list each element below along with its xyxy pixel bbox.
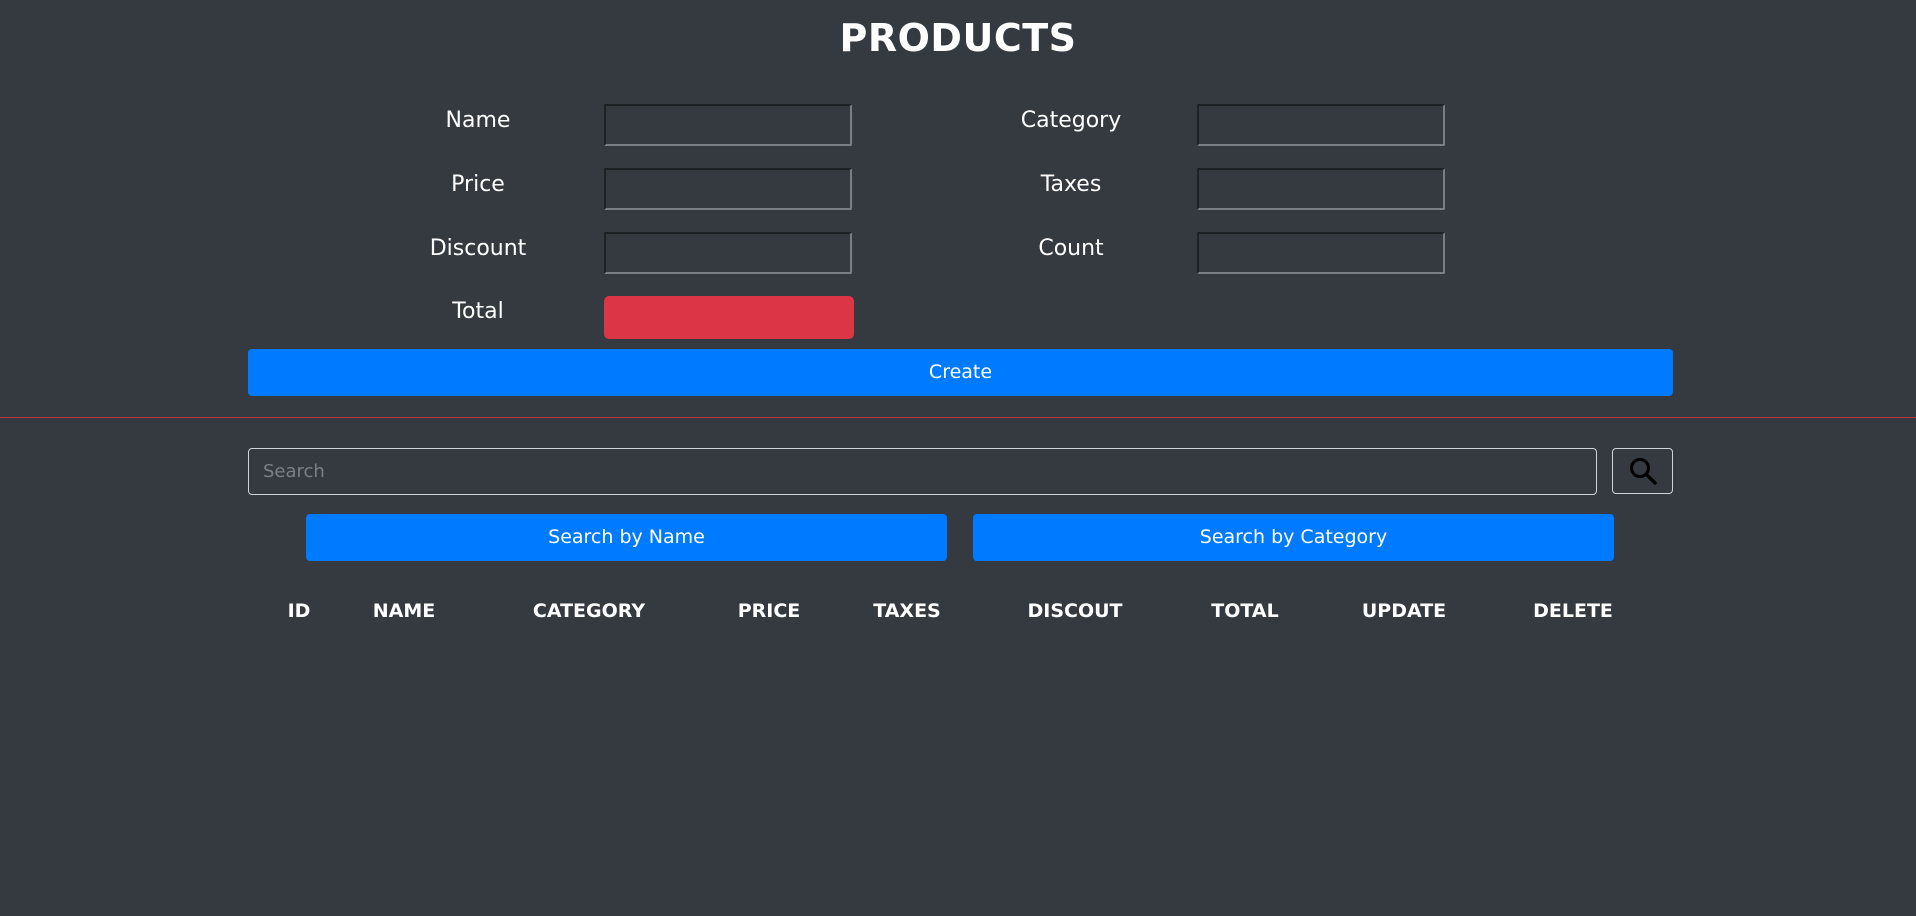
column-header-category: CATEGORY [532, 600, 646, 622]
name-label: Name [445, 108, 511, 133]
column-header-total: TOTAL [1211, 600, 1279, 622]
search-by-name-button[interactable]: Search by Name [306, 514, 947, 561]
price-label: Price [451, 172, 505, 197]
section-divider [0, 417, 1916, 418]
create-button[interactable]: Create [248, 349, 1673, 396]
products-page: PRODUCTS Name Price Discount Total Categ… [0, 0, 1916, 916]
discount-label: Discount [429, 236, 527, 261]
column-header-update: UPDATE [1361, 600, 1447, 622]
price-field[interactable] [604, 168, 852, 210]
column-header-delete: DELETE [1533, 600, 1613, 622]
count-label: Count [1038, 236, 1104, 261]
total-label: Total [452, 299, 504, 324]
search-icon [1628, 456, 1658, 486]
taxes-label: Taxes [1040, 172, 1102, 197]
total-display [604, 296, 854, 339]
count-field[interactable] [1197, 232, 1445, 274]
category-field[interactable] [1197, 104, 1445, 146]
page-title: PRODUCTS [839, 16, 1077, 60]
taxes-field[interactable] [1197, 168, 1445, 210]
column-header-name: NAME [372, 600, 436, 622]
search-button[interactable] [1612, 448, 1673, 494]
column-header-discount: DISCOUT [1027, 600, 1123, 622]
search-by-category-button[interactable]: Search by Category [973, 514, 1614, 561]
column-header-taxes: TAXES [873, 600, 941, 622]
column-header-price: PRICE [737, 600, 801, 622]
column-header-id: ID [287, 600, 311, 622]
discount-field[interactable] [604, 232, 852, 274]
name-field[interactable] [604, 104, 852, 146]
category-label: Category [1020, 108, 1122, 133]
search-input[interactable] [248, 448, 1597, 495]
